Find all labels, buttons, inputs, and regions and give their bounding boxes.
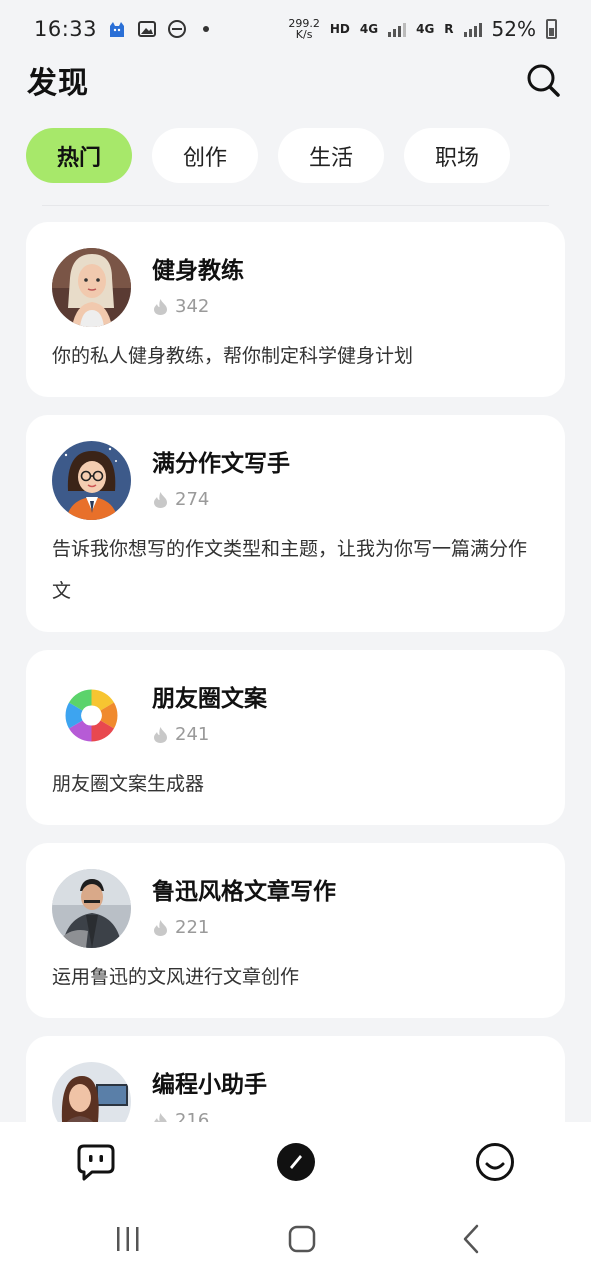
system-nav-bar [0, 1202, 591, 1280]
avatar [52, 869, 131, 948]
back-icon [463, 1224, 479, 1254]
battery-icon [546, 19, 557, 39]
aperture-logo-icon [65, 689, 118, 742]
back-button[interactable] [461, 1224, 481, 1258]
status-bar: 16:33 299.2 K/s HD 4G 4G R 52% [0, 0, 591, 58]
card-count-value: 274 [175, 489, 210, 510]
card-description: 朋友圈文案生成器 [52, 773, 205, 795]
cat-app-icon [110, 22, 125, 37]
flame-icon [154, 919, 167, 936]
tab-creation[interactable]: 创作 [152, 128, 258, 183]
nav-chat[interactable] [76, 1142, 116, 1182]
hd-label: HD [329, 22, 350, 36]
tab-workplace[interactable]: 职场 [404, 128, 510, 183]
card-count-value: 342 [175, 296, 210, 317]
flame-icon [154, 491, 167, 508]
roaming-label: R [444, 22, 454, 36]
flame-icon [154, 298, 167, 315]
card-title: 健身教练 [152, 258, 244, 284]
signal-icon-2 [463, 21, 482, 37]
card-popularity: 342 [152, 296, 244, 317]
nav-discover[interactable] [276, 1142, 316, 1182]
search-icon [527, 64, 560, 97]
assistant-card-fitness[interactable]: 健身教练 342 你的私人健身教练，帮你制定科学健身计划 [26, 222, 565, 397]
network-speed: 299.2 K/s [288, 18, 320, 40]
status-time: 16:33 [34, 17, 98, 41]
search-button[interactable] [525, 62, 561, 98]
card-description: 你的私人健身教练，帮你制定科学健身计划 [52, 345, 414, 367]
network-type-2: 4G [416, 22, 435, 36]
home-button[interactable] [288, 1225, 316, 1257]
status-left: 16:33 [34, 17, 210, 41]
avatar [52, 248, 131, 327]
avatar [52, 676, 131, 755]
network-speed-unit: K/s [295, 28, 313, 41]
luxun-avatar-icon [52, 869, 131, 948]
card-title: 朋友圈文案 [152, 686, 267, 712]
assistant-card-essay[interactable]: 满分作文写手 274 告诉我你想写的作文类型和主题，让我为你写一篇满分作文 [26, 415, 565, 632]
notification-dot-icon [203, 26, 210, 32]
chat-bubble-icon [77, 1144, 115, 1181]
card-title: 鲁迅风格文章写作 [152, 879, 336, 905]
essay-writer-avatar-icon [52, 441, 131, 520]
battery-percent: 52% [491, 17, 536, 41]
nav-profile[interactable] [475, 1142, 515, 1182]
card-description: 告诉我你想写的作文类型和主题，让我为你写一篇满分作文 [52, 538, 528, 602]
recent-apps-icon [117, 1227, 139, 1251]
card-popularity: 274 [152, 489, 290, 510]
dnd-icon [168, 20, 187, 38]
status-right: 299.2 K/s HD 4G 4G R 52% [288, 17, 557, 41]
gallery-icon [138, 21, 157, 37]
card-title: 满分作文写手 [152, 451, 290, 477]
card-count-value: 241 [175, 724, 210, 745]
home-icon [288, 1225, 315, 1253]
card-popularity: 241 [152, 724, 267, 745]
recent-apps-button[interactable] [114, 1226, 142, 1256]
category-tabs: 热门 创作 生活 职场 [26, 128, 510, 183]
compass-icon [276, 1143, 315, 1181]
header: 发现 [0, 58, 591, 102]
flame-icon [154, 726, 167, 743]
assistant-card-luxun[interactable]: 鲁迅风格文章写作 221 运用鲁迅的文风进行文章创作 [26, 843, 565, 1018]
card-title: 编程小助手 [152, 1072, 267, 1098]
card-description: 运用鲁迅的文风进行文章创作 [52, 966, 300, 988]
network-type-1: 4G [359, 22, 379, 36]
assistant-list: 健身教练 342 你的私人健身教练，帮你制定科学健身计划 满分作文写手 274 … [26, 222, 565, 1187]
tab-hot[interactable]: 热门 [26, 128, 132, 183]
fitness-coach-avatar-icon [52, 248, 131, 327]
card-popularity: 221 [152, 917, 336, 938]
divider [42, 205, 549, 206]
avatar [52, 441, 131, 520]
tab-life[interactable]: 生活 [278, 128, 384, 183]
smiley-icon [476, 1143, 514, 1181]
bottom-nav [0, 1122, 591, 1202]
assistant-card-moments[interactable]: 朋友圈文案 241 朋友圈文案生成器 [26, 650, 565, 825]
page-title: 发现 [27, 66, 89, 101]
signal-icon [388, 21, 407, 37]
card-count-value: 221 [175, 917, 210, 938]
